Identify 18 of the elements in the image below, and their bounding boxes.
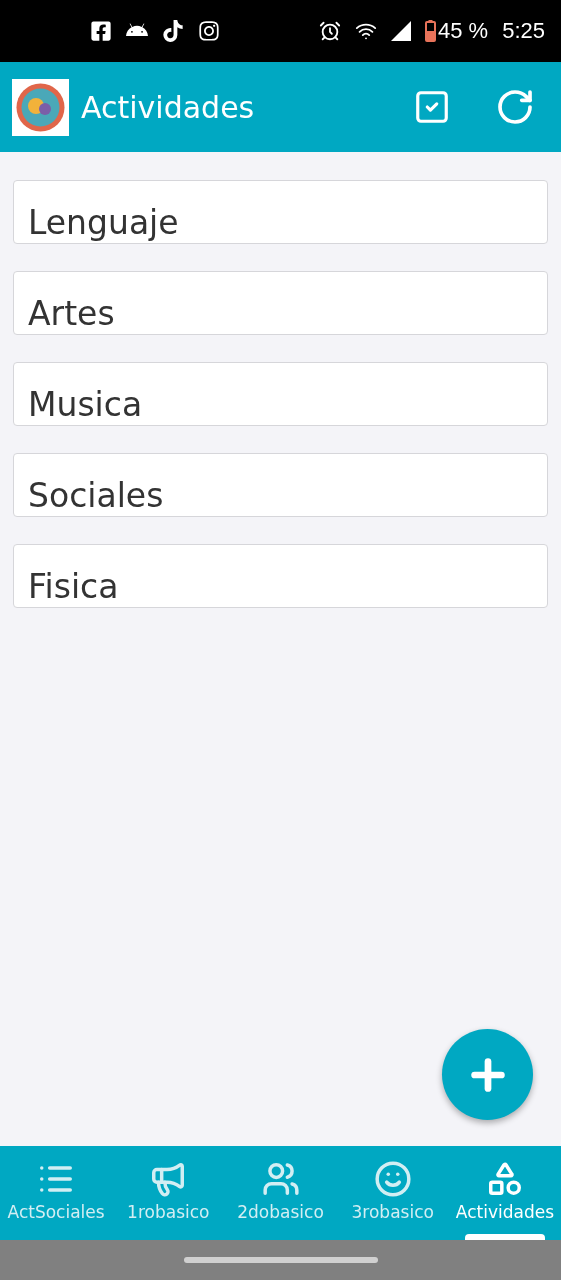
instagram-icon bbox=[198, 20, 220, 42]
signal-icon bbox=[391, 21, 411, 41]
clock: 5:25 bbox=[502, 18, 545, 44]
subject-item[interactable]: Musica bbox=[13, 362, 548, 426]
logo-icon bbox=[12, 78, 69, 136]
subject-item[interactable]: Artes bbox=[13, 271, 548, 335]
app-title: Actividades bbox=[81, 89, 256, 125]
facebook-icon bbox=[90, 20, 112, 42]
battery-icon bbox=[425, 20, 436, 42]
people-icon bbox=[261, 1160, 300, 1198]
subject-item[interactable]: Fisica bbox=[13, 544, 548, 608]
smiley-icon bbox=[373, 1160, 412, 1198]
add-button[interactable] bbox=[442, 1029, 533, 1120]
battery-percent: 45 % bbox=[438, 18, 489, 44]
alarm-icon bbox=[319, 20, 341, 42]
tiktok-icon bbox=[162, 20, 184, 42]
subject-item[interactable]: Sociales bbox=[13, 453, 548, 517]
subject-item[interactable]: Lenguaje bbox=[13, 180, 548, 244]
